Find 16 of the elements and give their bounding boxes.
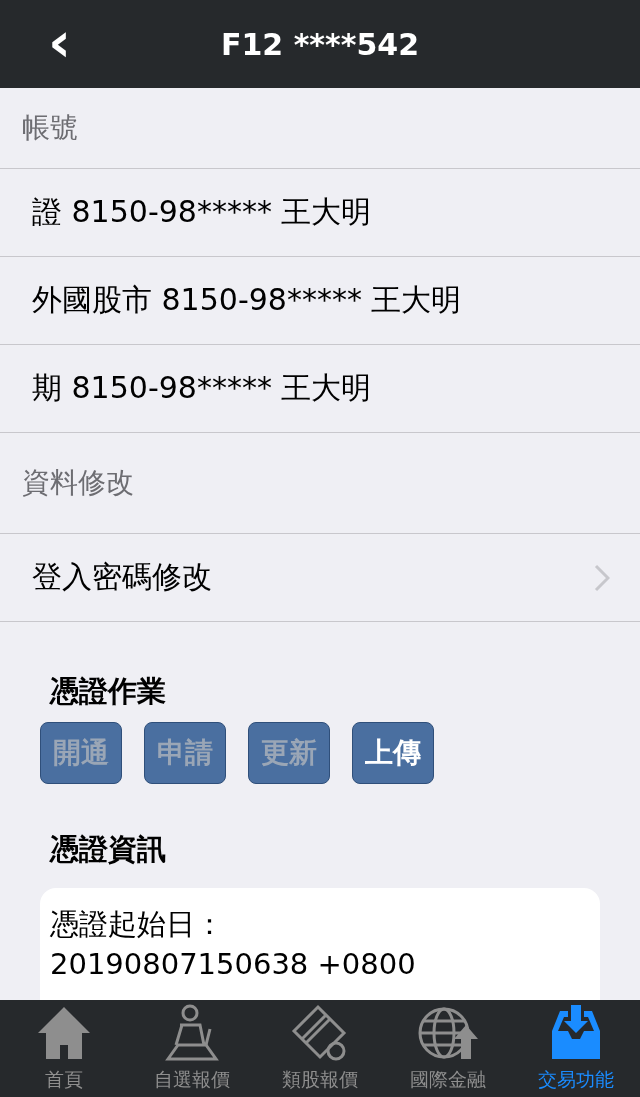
section-title: 憑證資訊: [50, 831, 167, 868]
screen-title: F12 ****542: [220, 26, 420, 62]
row-label: 外國股市 8150-98***** 王大明: [32, 281, 462, 319]
row-label: 期 8150-98***** 王大明: [32, 369, 372, 407]
row-label: 證 8150-98***** 王大明: [32, 193, 372, 231]
tab-item[interactable]: 交易功能: [512, 1000, 640, 1097]
row-label: 登入密碼修改: [32, 558, 212, 596]
info-text: 20190807150638 +0800: [50, 946, 417, 983]
tab-item[interactable]: 自選報價: [128, 1000, 256, 1097]
info-text: 憑證起始日：: [50, 906, 225, 943]
back-button[interactable]: ‹: [40, 14, 80, 70]
tab-item[interactable]: 類股報價: [256, 1000, 384, 1097]
action-button[interactable]: 上傳: [352, 722, 434, 784]
tab-item[interactable]: 國際金融: [384, 1000, 512, 1097]
section-title: 憑證作業: [50, 673, 167, 710]
tab-item[interactable]: 首頁: [0, 1000, 128, 1097]
